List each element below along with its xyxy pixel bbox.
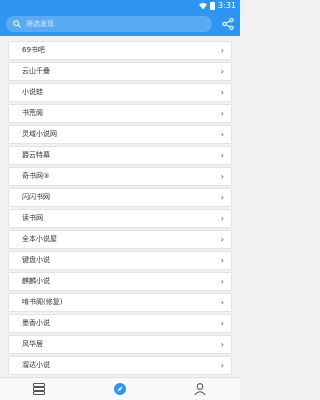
list-item[interactable]: 溜达小说 ›	[8, 356, 232, 375]
source-list: 69书吧 › 云山千叠 › 小说蛙 › 书荒阁 › 灵域小说网 › 爵云特幕 › 奇书网③ ›…	[0, 36, 240, 377]
chevron-right-icon: ›	[220, 172, 224, 181]
list-item[interactable]: 书荒阁 ›	[8, 104, 232, 123]
search-box[interactable]	[6, 16, 212, 32]
bottom-nav	[0, 377, 240, 400]
list-item[interactable]: 键盘小说 ›	[8, 251, 232, 270]
status-bar: 3:31	[0, 0, 240, 12]
list-item-label: 啃书阁(修复)	[22, 298, 63, 306]
compass-icon[interactable]	[113, 382, 127, 396]
person-icon[interactable]	[193, 382, 207, 396]
list-item[interactable]: 奇书网③ ›	[8, 167, 232, 186]
chevron-right-icon: ›	[220, 277, 224, 286]
list-item[interactable]: 云山千叠 ›	[8, 62, 232, 81]
chevron-right-icon: ›	[220, 340, 224, 349]
chevron-right-icon: ›	[220, 67, 224, 76]
list-item-label: 风华居	[22, 340, 43, 348]
list-item-label: 奇书网③	[22, 172, 50, 180]
list-item[interactable]: 墨香小说 ›	[8, 314, 232, 333]
list-item-label: 书荒阁	[22, 109, 43, 117]
list-item-label: 键盘小说	[22, 256, 50, 264]
chevron-right-icon: ›	[220, 256, 224, 265]
list-item-label: 灵域小说网	[22, 130, 57, 138]
bookshelf-icon[interactable]	[32, 382, 46, 396]
list-item[interactable]: 风华居 ›	[8, 335, 232, 354]
list-item-label: 墨香小说	[22, 319, 50, 327]
list-item-label: 69书吧	[22, 46, 45, 54]
app-bar	[0, 12, 240, 36]
list-item-label: 爵云特幕	[22, 151, 50, 159]
share-icon[interactable]	[222, 18, 234, 30]
search-icon	[13, 20, 21, 28]
list-item[interactable]: 啃书阁(修复) ›	[8, 293, 232, 312]
list-item-label: 麒麟小说	[22, 277, 50, 285]
chevron-right-icon: ›	[220, 151, 224, 160]
list-item[interactable]: 爵云特幕 ›	[8, 146, 232, 165]
list-item[interactable]: 小说蛙 ›	[8, 83, 232, 102]
list-item-label: 溜达小说	[22, 361, 50, 369]
list-item[interactable]: 读书网 ›	[8, 209, 232, 228]
chevron-right-icon: ›	[220, 130, 224, 139]
chevron-right-icon: ›	[220, 109, 224, 118]
chevron-right-icon: ›	[220, 319, 224, 328]
chevron-right-icon: ›	[220, 298, 224, 307]
chevron-right-icon: ›	[220, 361, 224, 370]
list-item-label: 小说蛙	[22, 88, 43, 96]
chevron-right-icon: ›	[220, 193, 224, 202]
battery-icon	[210, 2, 216, 10]
list-item[interactable]: 灵域小说网 ›	[8, 125, 232, 144]
list-item-label: 闪闪书网	[22, 193, 50, 201]
list-item[interactable]: 69书吧 ›	[8, 41, 232, 60]
chevron-right-icon: ›	[220, 46, 224, 55]
list-item-label: 全本小说屋	[22, 235, 57, 243]
status-time: 3:31	[218, 1, 236, 10]
list-item[interactable]: 麒麟小说 ›	[8, 272, 232, 291]
list-item[interactable]: 闪闪书网 ›	[8, 188, 232, 207]
list-item-label: 读书网	[22, 214, 43, 222]
list-item[interactable]: 全本小说屋 ›	[8, 230, 232, 249]
list-item-label: 云山千叠	[22, 67, 50, 75]
wifi-icon	[199, 3, 208, 10]
chevron-right-icon: ›	[220, 88, 224, 97]
chevron-right-icon: ›	[220, 214, 224, 223]
status-icons: 3:31	[199, 1, 236, 11]
search-input[interactable]	[26, 17, 206, 31]
chevron-right-icon: ›	[220, 235, 224, 244]
